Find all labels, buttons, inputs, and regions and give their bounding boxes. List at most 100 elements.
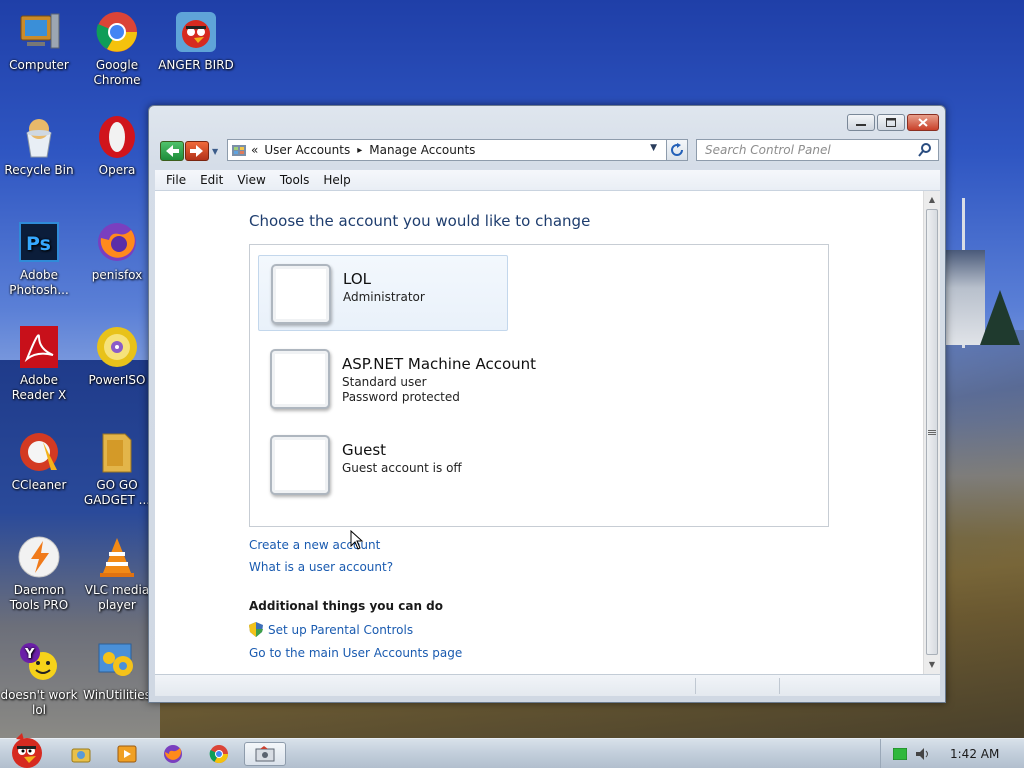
forward-button[interactable] — [185, 141, 209, 161]
main-user-accounts-link[interactable]: Go to the main User Accounts page — [249, 646, 462, 660]
taskbar-firefox[interactable] — [154, 742, 192, 766]
window-controls — [847, 114, 939, 131]
desktop-icon-yahoo[interactable]: Y doesn't work lol — [0, 640, 78, 718]
desktop-icon-chrome[interactable]: Google Chrome — [78, 10, 156, 88]
refresh-button[interactable] — [666, 139, 688, 161]
scroll-down-icon[interactable]: ▼ — [924, 657, 940, 673]
desktop-icon-winutilities[interactable]: WinUtilities — [78, 640, 156, 703]
account-picture[interactable] — [271, 264, 331, 324]
account-tile-guest[interactable]: Guest Guest account is off — [258, 427, 508, 503]
back-arrow-icon — [166, 145, 179, 157]
desktop-icon-ccleaner[interactable]: CCleaner — [0, 430, 78, 493]
media-player-icon — [117, 745, 137, 763]
taskbar-media-player[interactable] — [108, 742, 146, 766]
menu-edit[interactable]: Edit — [193, 173, 230, 187]
desktop-icon-daemon-tools[interactable]: Daemon Tools PRO — [0, 535, 78, 613]
desktop-icon-label: Adobe Photosh... — [9, 268, 69, 297]
search-input[interactable] — [705, 143, 915, 157]
desktop-icon-label: CCleaner — [11, 478, 67, 492]
taskbar-explorer[interactable] — [62, 742, 100, 766]
parental-controls-link[interactable]: Set up Parental Controls — [249, 622, 413, 637]
close-icon — [918, 118, 928, 127]
desktop-icon-adobe-reader[interactable]: Adobe Reader X — [0, 325, 78, 403]
desktop-icon-anger-bird[interactable]: ANGER BIRD — [157, 10, 235, 73]
navigation-bar: ▼ « User Accounts ▸ Manage Accounts ▼ — [159, 139, 939, 163]
what-is-account-link[interactable]: What is a user account? — [249, 560, 393, 574]
explorer-icon — [71, 748, 91, 763]
address-dropdown-icon[interactable]: ▼ — [650, 143, 657, 153]
desktop-icon-label: WinUtilities — [83, 688, 151, 702]
user-accounts-window: ▼ « User Accounts ▸ Manage Accounts ▼ Fi… — [148, 105, 946, 703]
daemon-tools-icon — [17, 535, 61, 579]
close-button[interactable] — [907, 114, 939, 131]
desktop-icon-penisfox[interactable]: penisfox — [78, 220, 156, 283]
breadcrumb-separator[interactable]: ▸ — [357, 145, 362, 156]
status-divider — [779, 678, 780, 694]
desktop-icon-label: Recycle Bin — [4, 163, 74, 177]
desktop-icon-poweriso[interactable]: PowerISO — [78, 325, 156, 388]
scroll-up-icon[interactable]: ▲ — [924, 192, 940, 208]
desktop-icon-recycle-bin[interactable]: Recycle Bin — [0, 115, 78, 178]
desktop-icon-label: Adobe Reader X — [11, 373, 67, 402]
account-picture[interactable] — [270, 435, 330, 495]
scroll-thumb[interactable] — [926, 209, 938, 655]
search-icon[interactable] — [918, 143, 932, 157]
desktop-icon-computer[interactable]: Computer — [0, 10, 78, 73]
desktop-icon-label: Computer — [9, 58, 69, 72]
desktop-icon-opera[interactable]: Opera — [78, 115, 156, 178]
firefox-icon — [164, 745, 182, 763]
yahoo-messenger-icon: Y — [17, 640, 61, 684]
vertical-scrollbar[interactable]: ▲ ▼ — [923, 191, 940, 674]
minimize-button[interactable] — [847, 114, 875, 131]
clock[interactable]: 1:42 AM — [950, 747, 999, 761]
address-prefix[interactable]: « — [251, 143, 258, 157]
recent-pages-dropdown[interactable]: ▼ — [212, 147, 218, 156]
search-box[interactable] — [696, 139, 939, 161]
account-status: Guest account is off — [342, 461, 462, 475]
desktop-icon-vlc[interactable]: VLC media player — [78, 535, 156, 613]
menu-tools[interactable]: Tools — [273, 173, 317, 187]
account-password-status: Password protected — [342, 390, 460, 404]
adobe-reader-icon — [17, 325, 61, 369]
taskbar-chrome[interactable] — [200, 742, 238, 766]
desktop-icon-label: GO GO GADGET ... — [83, 478, 151, 507]
taskbar: 1:42 AM — [0, 733, 1024, 768]
breadcrumb-user-accounts[interactable]: User Accounts — [264, 143, 350, 157]
winutilities-icon — [95, 640, 139, 684]
taskbar-control-panel[interactable] — [244, 742, 286, 766]
start-button[interactable] — [2, 731, 48, 768]
network-icon[interactable] — [893, 748, 907, 760]
menu-bar: File Edit View Tools Help — [155, 170, 940, 191]
desktop-icon-label: PowerISO — [88, 373, 146, 387]
menu-view[interactable]: View — [230, 173, 272, 187]
volume-icon[interactable] — [915, 747, 931, 761]
desktop-icon-photoshop[interactable]: Ps Adobe Photosh... — [0, 220, 78, 298]
ccleaner-icon — [17, 430, 61, 474]
control-panel-icon — [232, 145, 246, 156]
desktop-icon-label: doesn't work lol — [0, 688, 78, 717]
desktop-icon-label: Google Chrome — [93, 58, 141, 87]
poweriso-icon — [95, 325, 139, 369]
opera-icon — [95, 115, 139, 159]
svg-text:Ps: Ps — [26, 233, 51, 255]
refresh-icon — [671, 143, 683, 156]
account-picture[interactable] — [270, 349, 330, 409]
breadcrumb-manage-accounts[interactable]: Manage Accounts — [369, 143, 475, 157]
vlc-icon — [95, 535, 139, 579]
maximize-button[interactable] — [877, 114, 905, 131]
desktop-icon-go-go-gadget[interactable]: GO GO GADGET ... — [78, 430, 156, 508]
recycle-bin-icon — [17, 115, 61, 159]
back-button[interactable] — [160, 141, 184, 161]
menu-help[interactable]: Help — [316, 173, 357, 187]
maximize-icon — [886, 118, 896, 127]
account-tile-aspnet[interactable]: ASP.NET Machine Account Standard user Pa… — [258, 341, 558, 417]
desktop-icon-label: VLC media player — [84, 583, 150, 612]
account-tile-lol[interactable]: LOL Administrator — [258, 255, 508, 331]
desktop-icon-label: ANGER BIRD — [158, 58, 234, 72]
account-name: LOL — [343, 270, 371, 288]
chrome-icon — [95, 10, 139, 54]
address-bar[interactable]: « User Accounts ▸ Manage Accounts ▼ — [227, 139, 688, 161]
firefox-icon — [95, 220, 139, 264]
additional-section-title: Additional things you can do — [249, 599, 444, 613]
menu-file[interactable]: File — [159, 173, 193, 187]
